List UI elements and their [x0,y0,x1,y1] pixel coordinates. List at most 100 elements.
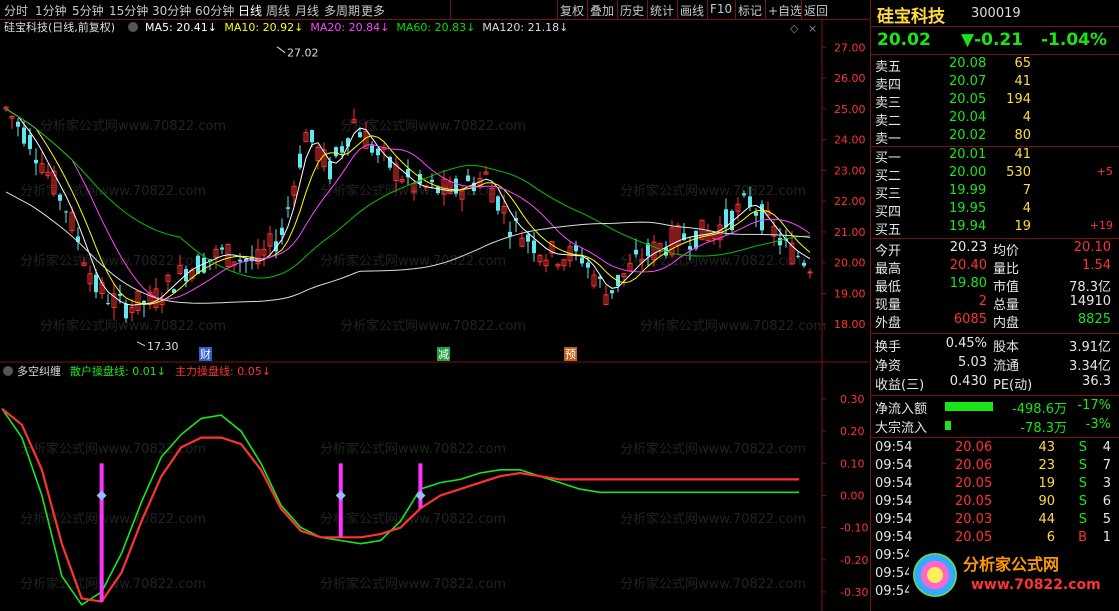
candle-body [94,274,98,293]
y-tick-label: 22.00 [834,195,866,208]
stat-value: 14910 [1069,294,1111,309]
tick-row-4: 09:54 20.03 44 S 5 [875,512,1115,530]
period-tab-4[interactable]: 30分钟 [152,2,191,19]
flow-bar [945,421,951,430]
toolbar-action-6[interactable]: 标记 [738,2,762,19]
bids-volume: 7 [1022,183,1031,198]
tick-count: 6 [1102,494,1111,509]
fund-label: 收益(三) [875,378,925,393]
event-marker-2: 预 [565,348,576,361]
tick-volume: 90 [1038,494,1055,509]
period-toolbar: 分时 1分钟 5分钟 15分钟 30分钟 60分钟 日线 周线 月线 多周期 更多 复权 叠加 历史 统计画… [0,0,869,20]
y-tick-label: 0.30 [840,393,865,406]
period-tab-0[interactable]: 分时 [4,2,28,19]
stat-value: 20.40 [949,258,987,273]
y-tick-label: 20.00 [834,257,866,270]
asks-row-2[interactable]: 卖三 20.05 194 [875,92,1115,111]
quote-panel: 硅宝科技 300019 20.02 ▼-0.21 -1.04% 卖五 20.08 65 卖四 20… [870,0,1119,611]
candle-body [436,186,440,194]
fund-label: 股本 [993,340,1020,355]
toolbar-action-3[interactable]: 统计 [650,2,674,19]
period-tab-8[interactable]: 月线 [295,2,319,19]
toolbar-action-2[interactable]: 历史 [620,2,644,19]
asks-volume: 80 [1014,128,1031,143]
asks-label: 卖三 [875,96,902,111]
kline-chart[interactable]: 27.00 26.00 25.00 24.00 23.00 22.00 21.00 20.00… [0,20,869,363]
flow-row-1: 大宗流入 -78.3万 -3% [875,417,1115,436]
watermark-text: 分析家公式网www.70822.com [320,511,506,527]
candle-body [310,129,314,143]
period-tab-5[interactable]: 60分钟 [195,2,234,19]
flow-value: -498.6万 [1012,402,1067,417]
asks-volume: 41 [1014,74,1031,89]
asks-row-3[interactable]: 卖二 20.04 4 [875,110,1115,129]
pct-change: -1.04% [1041,30,1108,50]
candle-body [340,146,344,153]
candle-body [742,193,746,196]
diamond-icon: ◇ [790,22,799,35]
bids-volume: 41 [1014,147,1031,162]
asks-row-0[interactable]: 卖五 20.08 65 [875,56,1115,75]
asks-volume: 4 [1022,110,1031,125]
stat-value: 19.80 [949,276,987,291]
toolbar-action-7[interactable]: +自选 [768,2,802,19]
y-tick-label: -0.10 [840,522,868,535]
bids-row-3[interactable]: 买四 19.95 4 [875,201,1115,220]
candle-body [807,271,813,274]
asks-row-1[interactable]: 卖四 20.07 41 [875,74,1115,93]
period-tab-6[interactable]: 日线 [238,2,262,19]
toolbar-action-4[interactable]: 画线 [680,2,704,19]
asks-label: 卖二 [875,114,902,129]
tick-time: 09:54 [875,494,913,509]
watermark-text: 分析家公式网www.70822.com [320,576,506,592]
period-tab-10[interactable]: 更多 [361,2,385,19]
watermark-text: 分析家公式网www.70822.com [40,318,226,334]
toolbar-action-1[interactable]: 叠加 [590,2,614,19]
asks-row-4[interactable]: 卖一 20.02 80 [875,128,1115,147]
tick-time: 09:54 [875,530,913,545]
stat-row-1: 最高 20.40 量比 1.54 [875,258,1115,277]
logo-text: 分析家公式网 [963,555,1060,574]
tick-count: 3 [1102,476,1111,491]
bids-row-2[interactable]: 买三 19.99 7 [875,183,1115,202]
event-marker-1: 减 [438,348,449,361]
toolbar-separator [677,0,678,19]
fund-value: 5.03 [958,355,987,370]
indicator-chart[interactable]: 0.30 0.20 0.10 0.00 -0.10 -0.20 -0.30 分析家公式网www… [0,363,869,611]
bids-label: 买二 [875,169,902,184]
period-tab-3[interactable]: 15分钟 [109,2,148,19]
y-tick-label: 23.00 [834,164,866,177]
indicator-legend-0: 散户操盘线: 0.01↓ [70,364,166,378]
fund-label: 流通 [993,359,1020,374]
bids-row-1[interactable]: 买二 20.00 530 +5 [875,165,1115,184]
ma-legend-3: MA60: 20.83↓ [396,21,475,34]
tick-time: 09:54 [875,458,913,473]
bids-label: 买五 [875,223,902,238]
asks-volume: 65 [1014,56,1031,71]
y-tick-label: 25.00 [834,103,866,116]
bids-delta: +19 [1089,219,1113,232]
bids-price: 20.01 [949,147,987,162]
toolbar-action-5[interactable]: F10 [710,2,732,16]
period-tab-2[interactable]: 5分钟 [72,2,104,19]
period-tab-9[interactable]: 多周期 [324,2,360,19]
watermark-text: 分析家公式网www.70822.com [640,318,826,334]
toolbar-separator [735,0,736,19]
flow-label: 大宗流入 [875,421,928,436]
bids-row-0[interactable]: 买一 20.01 41 [875,147,1115,166]
toolbar-action-8[interactable]: 返回 [804,2,828,19]
tick-time: 09:54 [875,476,913,491]
fund-label: 换手 [875,340,902,355]
bids-row-4[interactable]: 买五 19.94 19 +19 [875,219,1115,238]
period-tab-7[interactable]: 周线 [266,2,290,19]
candle-body [724,209,728,228]
close-icon: × [808,22,817,35]
flower-logo-icon [913,553,957,597]
fund-value: 0.45% [945,336,987,351]
toolbar-separator [765,0,766,19]
period-tab-1[interactable]: 1分钟 [35,2,67,19]
tick-time: 09:54 [875,548,913,563]
stat-row-2: 最低 19.80 市值 78.3亿 [875,276,1115,295]
candle-body [196,255,200,274]
toolbar-action-0[interactable]: 复权 [560,2,584,19]
